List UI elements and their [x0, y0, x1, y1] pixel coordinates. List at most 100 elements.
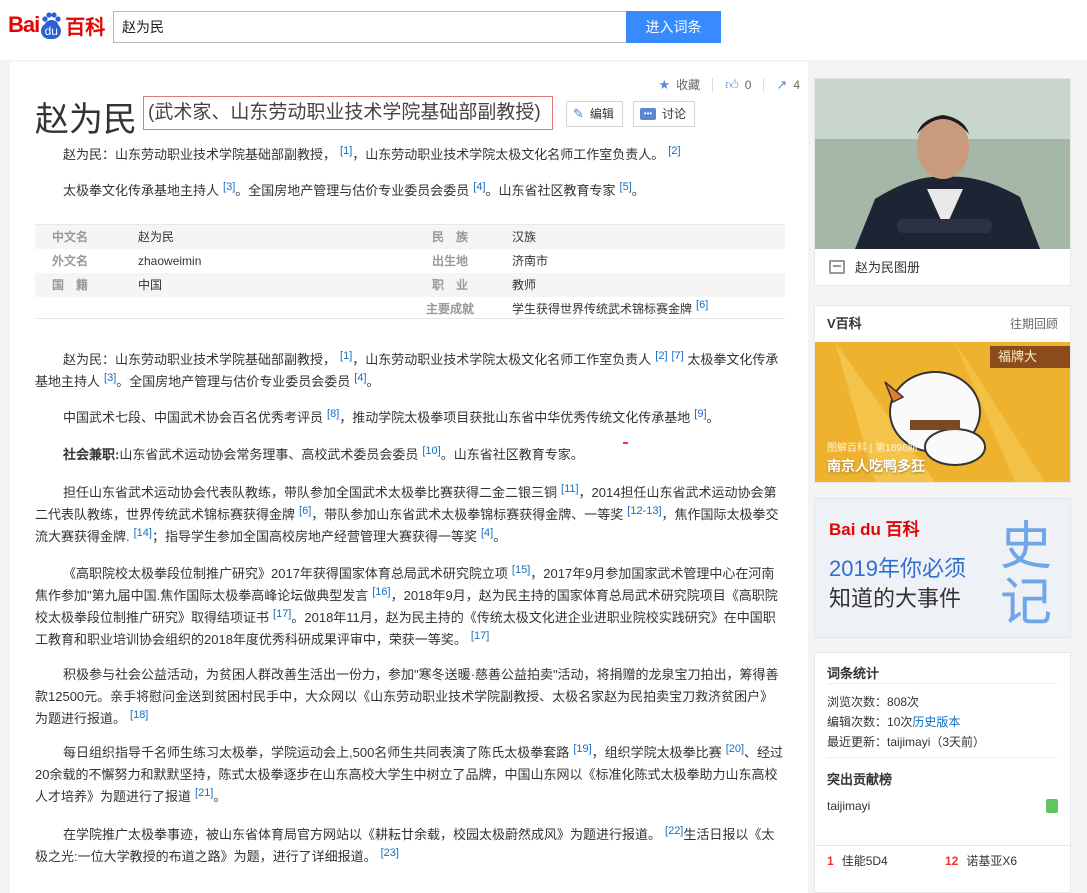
- reference-link[interactable]: [6]: [299, 505, 311, 517]
- info-value: 赵为民: [138, 230, 175, 244]
- reference-link[interactable]: [23]: [381, 847, 399, 859]
- info-key: 出生地: [431, 254, 468, 268]
- reference-link[interactable]: [16]: [372, 586, 390, 598]
- promo-subheadline: 知道的大事件: [829, 586, 962, 611]
- vbaike-header: V百科 往期回顾: [815, 306, 1070, 342]
- edit-button[interactable]: ✎ 编辑: [566, 101, 623, 127]
- logo-text-bai: Bai: [8, 12, 40, 37]
- reference-link[interactable]: [22]: [665, 825, 683, 837]
- info-value: 中国: [138, 278, 163, 292]
- promo-glyph: 史记: [999, 518, 1052, 632]
- hot-item[interactable]: 1 佳能5D4: [827, 852, 888, 869]
- reference-link[interactable]: [17]: [471, 630, 489, 642]
- vbaike-archive-link[interactable]: 往期回顾: [1010, 306, 1058, 342]
- divider: [827, 757, 1058, 758]
- vbaike-title: V百科: [827, 316, 862, 331]
- promo-headline: 2019年你必须: [829, 556, 966, 581]
- reference-link[interactable]: [8]: [327, 408, 339, 420]
- reference-link[interactable]: [4]: [473, 181, 485, 193]
- reference-link[interactable]: [3]: [104, 372, 116, 384]
- discuss-button[interactable]: ••• 讨论: [633, 101, 696, 127]
- reference-link[interactable]: [17]: [273, 608, 291, 620]
- vbaike-issue: 图解百科 | 第1896期: [827, 443, 918, 454]
- info-value: zhaoweimin: [138, 254, 202, 268]
- search-input[interactable]: 赵为民: [113, 11, 627, 43]
- info-row: 国 籍 中国 职 业 教师: [35, 273, 785, 297]
- album-card[interactable]: 赵为民图册: [814, 78, 1071, 286]
- body-paragraph: 担任山东省武术运动协会代表队教练，带队参加全国武术太极拳比赛获得二金二银三铜 [1…: [35, 482, 779, 544]
- reference-link[interactable]: [4]: [354, 372, 366, 384]
- summary-paragraph-2: 太极拳文化传承基地主持人 [3]。全国房地产管理与估价专业委员会委员 [4]。山东省…: [63, 180, 645, 198]
- lemma-toolbar: ★ 收藏 👍︎ 0 ↗ 4: [658, 76, 800, 93]
- red-mark: [623, 442, 628, 444]
- like-count: 0: [744, 77, 752, 92]
- reference-link[interactable]: [15]: [512, 564, 530, 576]
- contributor-link[interactable]: taijimayi: [827, 799, 870, 813]
- promo-banner[interactable]: Bai du 百科 2019年你必须 知道的大事件 史记: [814, 498, 1071, 638]
- body-paragraph: 社会兼职:山东省武术运动协会常务理事、高校武术委员会委员 [10]。山东省社区教育…: [63, 444, 584, 462]
- baidu-baike-logo[interactable]: Bai du 百科: [8, 10, 105, 40]
- info-row: 中文名 赵为民 民 族 汉族: [35, 225, 785, 249]
- reference-link[interactable]: [1]: [340, 145, 352, 157]
- logo-text-du: du: [41, 23, 62, 39]
- edit-label: 编辑: [589, 107, 614, 121]
- body-paragraph: 《高职院校太极拳段位制推广研究》2017年获得国家体育总局武术研究院立项 [15]…: [35, 563, 778, 647]
- body-paragraph: 赵为民：山东劳动职业技术学院基础部副教授， [1]，山东劳动职业技术学院太极文化名…: [35, 349, 779, 389]
- reference-link[interactable]: [7]: [672, 350, 684, 362]
- divider: [827, 683, 1058, 684]
- discuss-label: 讨论: [662, 107, 687, 121]
- history-link[interactable]: 历史版本: [912, 715, 960, 729]
- vbaike-card: V百科 往期回顾 福牌大 图解百科 | 第1896期 南京人吃鸭多狂: [814, 305, 1071, 483]
- edits-row: 编辑次数：10次历史版本: [827, 715, 961, 729]
- updated-row: 最近更新：taijimayi（3天前）: [827, 735, 986, 749]
- vbaike-banner[interactable]: 福牌大 图解百科 | 第1896期 南京人吃鸭多狂: [815, 342, 1070, 482]
- reference-link[interactable]: [1]: [340, 350, 352, 362]
- divider: [712, 77, 714, 92]
- views-row: 浏览次数：808次: [827, 695, 920, 709]
- share-icon[interactable]: ↗: [776, 77, 787, 93]
- hot-item[interactable]: 12 诺基亚X6: [945, 852, 1017, 869]
- share-count: 4: [793, 77, 800, 92]
- body-paragraph: 在学院推广太极拳事迹，被山东省体育局官方网站以《耕耘廿余载，校园太极蔚然成风》为…: [35, 824, 775, 864]
- reference-link[interactable]: [21]: [195, 787, 213, 799]
- portrait-photo[interactable]: [815, 79, 1070, 249]
- info-row: 外文名 zhaoweimin 出生地 济南市: [35, 249, 785, 273]
- reference-link[interactable]: [3]: [223, 181, 235, 193]
- reference-link[interactable]: [4]: [481, 527, 493, 539]
- star-icon[interactable]: ★: [658, 77, 670, 93]
- summary-paragraph-1: 赵为民：山东劳动职业技术学院基础部副教授， [1]，山东劳动职业技术学院太极文化名…: [63, 144, 681, 162]
- body-paragraph: 中国武术七段、中国武术协会百名优秀考评员 [8]，推动学院太极拳项目获批山东省中华…: [63, 407, 720, 425]
- reference-link[interactable]: [6]: [696, 299, 708, 311]
- reference-link[interactable]: [12-13]: [627, 505, 661, 517]
- divider: [35, 318, 785, 319]
- reference-link[interactable]: [10]: [422, 445, 440, 457]
- promo-logo: Bai du 百科: [829, 520, 920, 539]
- reference-link[interactable]: [9]: [694, 408, 706, 420]
- basic-info-table: 中文名 赵为民 民 族 汉族 外文名 zhaoweimin 出生地 济南市 国 …: [35, 224, 785, 316]
- reference-link[interactable]: [11]: [561, 483, 579, 495]
- enter-entry-button[interactable]: 进入词条: [626, 11, 721, 43]
- thumbs-up-icon[interactable]: 👍︎: [725, 77, 739, 93]
- reference-link[interactable]: [19]: [573, 743, 591, 755]
- info-key: 职 业: [431, 278, 468, 292]
- body-paragraph: 积极参与社会公益活动，为贫困人群改善生活出一份力，参加"寒冬送暖·慈善公益拍卖"…: [35, 667, 779, 726]
- favorite-button[interactable]: 收藏: [676, 76, 700, 93]
- reference-link[interactable]: [14]: [134, 527, 152, 539]
- reference-link[interactable]: [20]: [726, 743, 744, 755]
- lemma-title: 赵为民: [35, 101, 137, 139]
- info-key: 中文名: [51, 230, 88, 244]
- reference-link[interactable]: [2]: [668, 145, 680, 157]
- shop-sign: 福牌大: [990, 346, 1070, 368]
- person-illustration: [815, 79, 1070, 249]
- album-link[interactable]: 赵为民图册: [815, 251, 1070, 285]
- top-bar: Bai du 百科 赵为民 进入词条: [0, 0, 1087, 60]
- vbaike-caption: 南京人吃鸭多狂: [827, 458, 925, 474]
- reference-link[interactable]: [5]: [620, 181, 632, 193]
- info-value: 教师: [512, 278, 537, 292]
- reference-link[interactable]: [18]: [130, 709, 148, 721]
- reference-link[interactable]: [2]: [655, 350, 667, 362]
- divider: [763, 77, 765, 92]
- info-value: 汉族: [512, 230, 537, 244]
- logo-text-baike: 百科: [65, 16, 106, 39]
- info-key: 外文名: [51, 254, 88, 268]
